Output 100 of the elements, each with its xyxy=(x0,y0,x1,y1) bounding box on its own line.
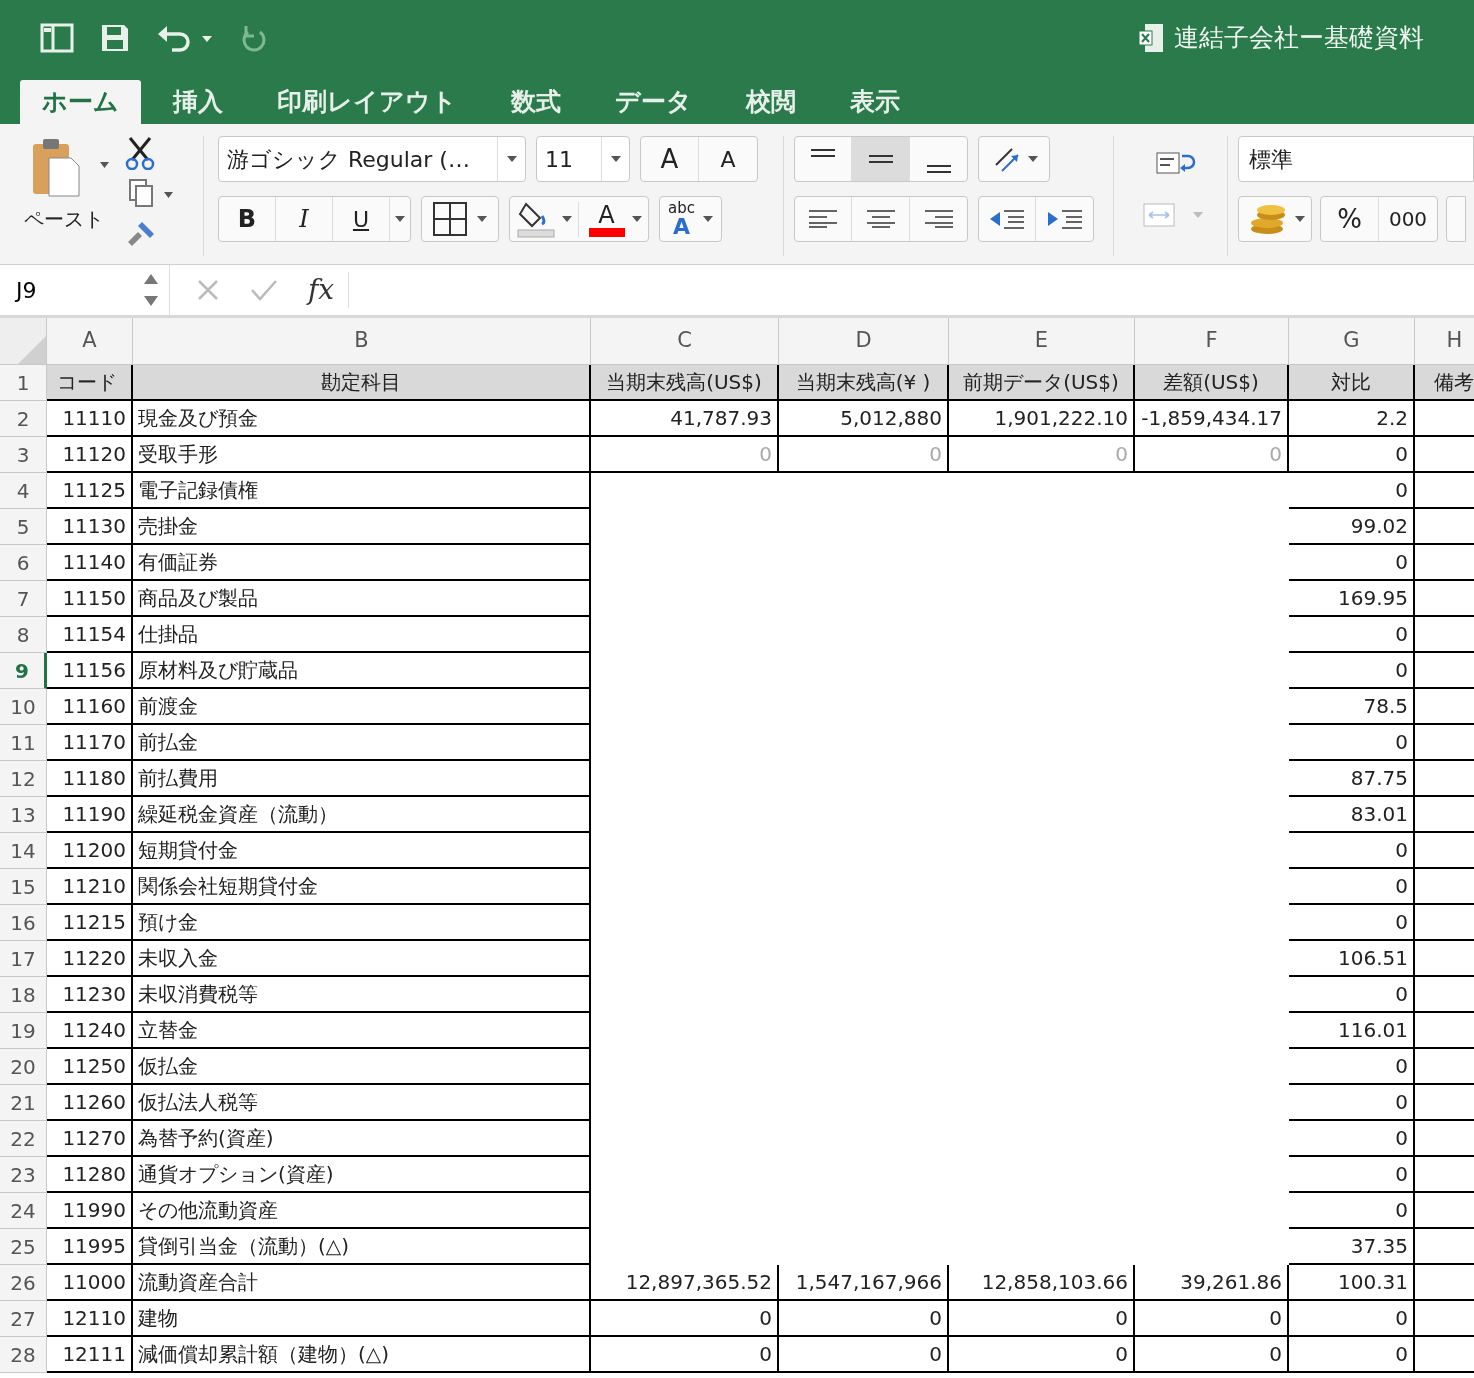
row-number[interactable]: 12 xyxy=(0,761,47,797)
account-name: 売掛金 xyxy=(133,509,591,545)
number-format-field[interactable]: 標準 xyxy=(1249,142,1293,176)
row-number[interactable]: 7 xyxy=(0,581,47,617)
row-number[interactable]: 13 xyxy=(0,797,47,833)
insert-function-button[interactable]: fx xyxy=(308,269,335,311)
save-icon[interactable] xyxy=(100,23,130,53)
ribbon-tab[interactable]: データ xyxy=(593,80,714,124)
row-number[interactable]: 14 xyxy=(0,833,47,869)
ribbon-tab[interactable]: 表示 xyxy=(828,80,922,124)
row-number[interactable]: 19 xyxy=(0,1013,47,1049)
ribbon-tab[interactable]: 数式 xyxy=(489,80,583,124)
amount-cell: 169.95 xyxy=(1289,581,1415,617)
row-number[interactable]: 26 xyxy=(0,1265,47,1301)
row-number[interactable]: 9 xyxy=(0,653,47,689)
account-code: 11156 xyxy=(47,653,133,689)
font-color-swatch xyxy=(588,227,625,237)
account-name: 短期貸付金 xyxy=(133,833,591,869)
fill-bucket-icon[interactable] xyxy=(516,200,556,238)
account-name: 為替予約(資産) xyxy=(133,1121,591,1157)
caret-icon[interactable] xyxy=(632,216,642,222)
ribbon-tab[interactable]: 印刷レイアウト xyxy=(255,80,479,124)
bold-button[interactable]: B xyxy=(219,197,276,241)
row-number[interactable]: 10 xyxy=(0,689,47,725)
row-number[interactable]: 15 xyxy=(0,869,47,905)
stepper-icon[interactable] xyxy=(143,272,159,308)
column-header[interactable]: C xyxy=(591,318,779,365)
row-number[interactable]: 3 xyxy=(0,437,47,473)
row-number[interactable]: 1 xyxy=(0,365,47,401)
account-name: 建物 xyxy=(133,1301,591,1337)
row-number[interactable]: 21 xyxy=(0,1085,47,1121)
thousands-separator-button[interactable]: 000 xyxy=(1379,197,1437,241)
font-color-button[interactable]: A xyxy=(598,201,615,228)
underline-button[interactable]: U xyxy=(333,197,390,241)
account-name: 前渡金 xyxy=(133,689,591,725)
row-number[interactable]: 17 xyxy=(0,941,47,977)
ribbon-tab[interactable]: 挿入 xyxy=(151,80,245,124)
increase-font-size-button[interactable]: A xyxy=(641,137,699,181)
caret-icon[interactable] xyxy=(1295,216,1305,222)
amount-cell: 0 xyxy=(949,437,1135,473)
scissors-icon[interactable] xyxy=(124,136,156,170)
ribbon-tab[interactable]: ホーム xyxy=(20,80,141,124)
amount-cell: 0 xyxy=(779,1337,949,1373)
amount-cell: 0 xyxy=(949,1337,1135,1373)
row-number[interactable]: 11 xyxy=(0,725,47,761)
row-number[interactable]: 24 xyxy=(0,1193,47,1229)
caret-icon[interactable] xyxy=(395,216,405,222)
account-code: 11150 xyxy=(47,581,133,617)
row-number[interactable]: 5 xyxy=(0,509,47,545)
column-header[interactable]: E xyxy=(949,318,1135,365)
column-header[interactable]: G xyxy=(1289,318,1415,365)
row-number[interactable]: 6 xyxy=(0,545,47,581)
paste-label[interactable]: ペースト xyxy=(24,204,104,234)
row-number[interactable]: 27 xyxy=(0,1301,47,1337)
column-header[interactable]: H xyxy=(1415,318,1474,365)
amount-cell: 0 xyxy=(1289,545,1415,581)
account-name: 未収消費税等 xyxy=(133,977,591,1013)
amount-cell: 99.02 xyxy=(1289,509,1415,545)
borders-icon xyxy=(433,202,467,236)
row-number[interactable]: 18 xyxy=(0,977,47,1013)
row-number[interactable]: 2 xyxy=(0,401,47,437)
account-name: 仕掛品 xyxy=(133,617,591,653)
column-header[interactable]: A xyxy=(47,318,133,365)
font-size-dropdown[interactable]: 11 xyxy=(536,136,630,182)
italic-button[interactable]: I xyxy=(276,197,333,241)
decrease-font-size-button[interactable]: A xyxy=(699,137,757,181)
column-header[interactable]: D xyxy=(779,318,949,365)
amount-cell: 1,547,167,966 xyxy=(779,1265,949,1301)
undo-icon[interactable] xyxy=(156,24,214,52)
ribbon-tab[interactable]: 校閲 xyxy=(724,80,818,124)
caret-icon[interactable] xyxy=(562,216,572,222)
row-number[interactable]: 28 xyxy=(0,1337,47,1373)
amount-cell: 0 xyxy=(1289,833,1415,869)
amount-cell: 0 xyxy=(591,1301,779,1337)
amount-cell: 0 xyxy=(1135,1301,1289,1337)
align-middle-button[interactable] xyxy=(852,137,910,181)
borders-button[interactable] xyxy=(421,196,499,242)
account-code: 11000 xyxy=(47,1265,133,1301)
row-number[interactable]: 23 xyxy=(0,1157,47,1193)
amount-cell: 0 xyxy=(1289,437,1415,473)
account-code: 11210 xyxy=(47,869,133,905)
cell-reference-field[interactable]: J9 xyxy=(16,273,143,307)
column-header[interactable]: B xyxy=(133,318,591,365)
percent-button[interactable]: % xyxy=(1321,197,1379,241)
row-number[interactable]: 20 xyxy=(0,1049,47,1085)
orientation-button[interactable] xyxy=(978,136,1050,182)
row-number[interactable]: 16 xyxy=(0,905,47,941)
row-number[interactable]: 4 xyxy=(0,473,47,509)
sidebar-toggle-icon[interactable] xyxy=(40,23,74,53)
row-number[interactable]: 8 xyxy=(0,617,47,653)
font-name-dropdown[interactable]: 游ゴシック Regular (… xyxy=(218,136,526,182)
wrap-text-icon[interactable] xyxy=(1155,150,1196,176)
caret-icon xyxy=(506,156,517,162)
amount-cell: 83.01 xyxy=(1289,797,1415,833)
row-number[interactable]: 25 xyxy=(0,1229,47,1265)
row-number[interactable]: 22 xyxy=(0,1121,47,1157)
checkmark-icon[interactable] xyxy=(250,278,278,302)
column-header[interactable]: F xyxy=(1135,318,1289,365)
spelling-button[interactable]: abc A xyxy=(659,196,722,242)
account-code: 11270 xyxy=(47,1121,133,1157)
